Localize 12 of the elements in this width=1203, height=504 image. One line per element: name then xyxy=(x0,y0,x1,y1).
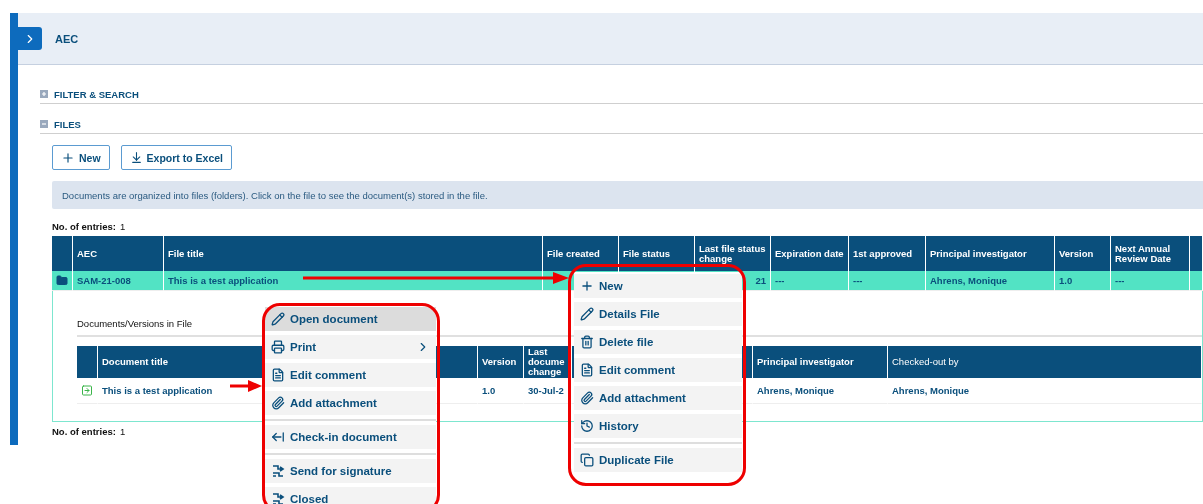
table-cell: SAM-21-008 xyxy=(73,271,164,291)
table-cell: --- xyxy=(771,271,849,291)
table-cell: --- xyxy=(1111,271,1190,291)
table-cell: Ahrens, Monique xyxy=(926,271,1055,291)
entries-count: 1 xyxy=(119,221,126,232)
page-title: AEC xyxy=(55,33,79,45)
table-cell: 1.0 xyxy=(1055,271,1111,291)
table-cell: --- xyxy=(849,271,926,291)
entries-label: No. of entries: xyxy=(52,221,116,232)
entries-count: 1 xyxy=(119,426,126,437)
entries-label: No. of entries: xyxy=(52,426,116,437)
info-banner: Documents are organized into files (folders). Click on the file to see the document(s) stored in the file. xyxy=(52,181,1203,209)
